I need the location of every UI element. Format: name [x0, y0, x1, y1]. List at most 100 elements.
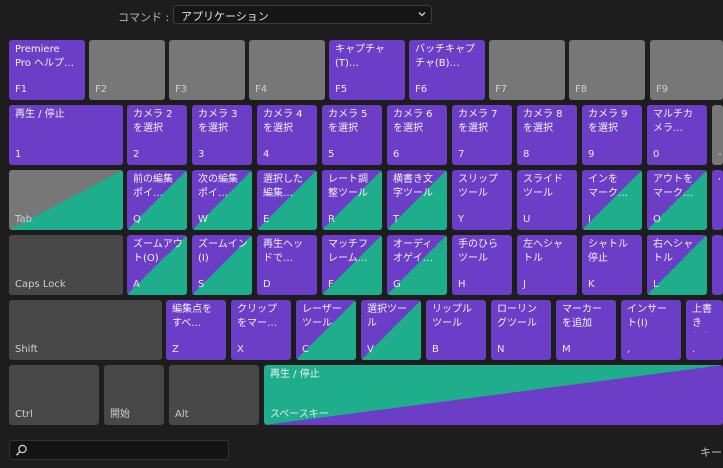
key-shift[interactable]: Shift	[9, 300, 162, 360]
key-f6[interactable]: バッチキャプ チャ(B)… F6	[409, 40, 485, 100]
key-0[interactable]: マルチカ メラ… 0	[647, 105, 707, 165]
key-command-label: カメラ 9 を選択	[588, 109, 628, 134]
key-command-label: シャトル 停止	[588, 239, 628, 264]
key-f9[interactable]: F9	[650, 40, 723, 100]
key-2[interactable]: カメラ 2 を選択 2	[127, 105, 187, 165]
key-i[interactable]: インを マーク… I	[582, 170, 642, 230]
key-name: Q	[133, 214, 141, 225]
key-name: V	[367, 344, 374, 355]
key-name: A	[133, 279, 140, 290]
key-space[interactable]: 再生 / 停止 スペースキー	[264, 365, 723, 425]
command-bar: コマンド : アプリケーション	[0, 0, 723, 34]
command-label: コマンド :	[118, 11, 170, 24]
key-k[interactable]: シャトル 停止 K	[582, 235, 642, 295]
key-period[interactable]: 上書き (O).	[686, 300, 723, 360]
key-name: S	[198, 279, 205, 290]
key-command-label: 前の編集 ポイ…	[133, 174, 173, 199]
key-name: スペースキー	[270, 409, 329, 420]
key-w[interactable]: 次の編集 ポイ… W	[192, 170, 252, 230]
key-name: R	[328, 214, 335, 225]
key-name: U	[523, 214, 531, 225]
key-d[interactable]: 再生ヘッ ドで… D	[257, 235, 317, 295]
key-o[interactable]: アウトを マーク… O	[647, 170, 707, 230]
key-y[interactable]: スリップ ツール Y	[452, 170, 512, 230]
chevron-down-icon	[418, 12, 426, 17]
key-t[interactable]: 横書き文 字ツール T	[387, 170, 447, 230]
key-command-label: 選択した 編集…	[263, 174, 303, 199]
key-name: F9	[656, 84, 669, 95]
key-a[interactable]: ズームアウ ト(O) A	[127, 235, 187, 295]
key-ctrl[interactable]: Ctrl	[9, 365, 99, 425]
key-5[interactable]: カメラ 5 を選択 5	[322, 105, 382, 165]
key-minus[interactable]: -	[712, 105, 723, 165]
key-command-label: 上書き (O)	[692, 304, 712, 333]
key-capslock[interactable]: Caps Lock	[9, 235, 123, 295]
command-select[interactable]: アプリケーション	[173, 5, 432, 24]
key-r[interactable]: レート調 整ツール R	[322, 170, 382, 230]
key-3[interactable]: カメラ 3 を選択 3	[192, 105, 252, 165]
key-f[interactable]: マッチフ レーム… F	[322, 235, 382, 295]
key-name: N	[497, 344, 505, 355]
key-1[interactable]: 再生 / 停止 1	[9, 105, 123, 165]
key-command-label: ズームイン (I)	[198, 239, 248, 264]
key-command-label: カメラ 7 を選択	[458, 109, 498, 134]
key-command-label: 再生 / 停止	[15, 109, 65, 120]
key-f8[interactable]: F8	[569, 40, 645, 100]
key-f2[interactable]: F2	[89, 40, 165, 100]
key-e[interactable]: 選択した 編集… E	[257, 170, 317, 230]
key-tab[interactable]: Tab	[9, 170, 123, 230]
key-name: 4	[263, 149, 270, 160]
key-command-label: カメラ 4 を選択	[263, 109, 303, 134]
key-u[interactable]: スライド ツール U	[517, 170, 577, 230]
key-command-label: 左へシャ トル	[523, 239, 563, 264]
key-f1[interactable]: Premiere Pro ヘルプ… F1	[9, 40, 85, 100]
key-6[interactable]: カメラ 6 を選択 6	[387, 105, 447, 165]
key-v[interactable]: 選択ツー ル V	[361, 300, 421, 360]
key-name: M	[562, 344, 571, 355]
key-start[interactable]: 開始	[104, 365, 164, 425]
key-name: W	[198, 214, 208, 225]
key-s[interactable]: ズームイン (I) S	[192, 235, 252, 295]
key-command-label: マーカー を追加	[562, 304, 602, 329]
key-name: 1	[15, 149, 22, 160]
key-c[interactable]: レーザー ツール C	[296, 300, 356, 360]
key-h[interactable]: 手のひら ツール H	[452, 235, 512, 295]
key-q[interactable]: 前の編集 ポイ… Q	[127, 170, 187, 230]
key-f5[interactable]: キャプチャ (T)… F5	[329, 40, 405, 100]
key-command-label: 再生 / 停止	[270, 369, 320, 380]
key-m[interactable]: マーカー を追加 M	[556, 300, 616, 360]
key-semi[interactable]	[712, 235, 723, 295]
key-7[interactable]: カメラ 7 を選択 7	[452, 105, 512, 165]
key-name: E	[263, 214, 270, 225]
key-p[interactable]: ペ	[712, 170, 723, 230]
key-name: ,	[627, 344, 631, 355]
key-command-label: カメラ 2 を選択	[133, 109, 173, 134]
key-b[interactable]: リップル ツール B	[426, 300, 486, 360]
key-x[interactable]: クリップ をマー… X	[231, 300, 291, 360]
key-name: J	[523, 279, 526, 290]
key-command-label: ペ	[718, 173, 720, 187]
key-4[interactable]: カメラ 4 を選択 4	[257, 105, 317, 165]
key-command-label: スライド ツール	[523, 174, 563, 199]
key-command-label: 右へシャ トル	[653, 239, 693, 264]
key-n[interactable]: ローリン グツール N	[491, 300, 551, 360]
search-field[interactable]	[9, 440, 229, 460]
key-command-label: キャプチャ (T)…	[335, 44, 385, 69]
key-command-label: クリップ をマー…	[237, 304, 277, 329]
key-f7[interactable]: F7	[489, 40, 565, 100]
key-name: 5	[328, 149, 335, 160]
key-name: 6	[393, 149, 400, 160]
key-f3[interactable]: F3	[169, 40, 245, 100]
key-j[interactable]: 左へシャ トル J	[517, 235, 577, 295]
key-comma[interactable]: インサー ト(I),	[621, 300, 681, 360]
key-9[interactable]: カメラ 9 を選択 9	[582, 105, 642, 165]
key-l[interactable]: 右へシャ トル L	[647, 235, 707, 295]
key-f4[interactable]: F4	[249, 40, 325, 100]
key-z[interactable]: 編集点を すべ… Z	[166, 300, 226, 360]
key-name: F4	[255, 84, 268, 95]
key-g[interactable]: オーディ オゲイ… G	[387, 235, 447, 295]
key-command-label: マルチカ メラ…	[653, 109, 693, 134]
key-8[interactable]: カメラ 8 を選択 8	[517, 105, 577, 165]
key-name: T	[393, 214, 400, 225]
key-alt[interactable]: Alt	[169, 365, 259, 425]
